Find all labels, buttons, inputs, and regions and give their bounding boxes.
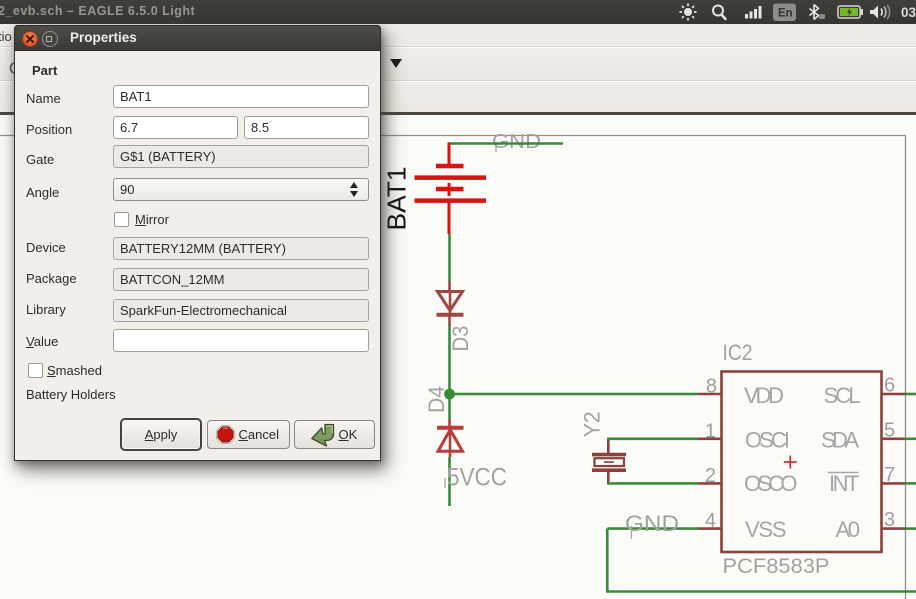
svg-text:IC2: IC2 (723, 340, 753, 365)
svg-text:BAT1: BAT1 (382, 167, 412, 231)
svg-text:5VCC: 5VCC (447, 464, 507, 492)
svg-text:A0: A0 (836, 517, 861, 542)
svg-text:INT: INT (829, 471, 860, 496)
svg-text:GND: GND (492, 131, 541, 153)
svg-text:5: 5 (884, 419, 895, 441)
svg-text:SCL: SCL (824, 383, 861, 408)
svg-text:8: 8 (706, 376, 717, 398)
svg-text:7: 7 (884, 464, 895, 486)
svg-text:6: 6 (884, 375, 895, 397)
svg-text:En: En (778, 8, 793, 20)
svg-text:2: 2 (705, 465, 716, 487)
svg-text:1: 1 (705, 420, 716, 442)
svg-text:3: 3 (884, 509, 895, 531)
svg-text:Y2: Y2 (580, 411, 605, 437)
svg-text:PCF8583P: PCF8583P (723, 555, 830, 578)
svg-text:4: 4 (705, 510, 716, 532)
svg-text:D3: D3 (448, 326, 473, 352)
svg-text:VDD: VDD (744, 383, 784, 408)
svg-text:GND: GND (625, 511, 679, 536)
svg-text:SDA: SDA (821, 428, 859, 453)
svg-text:VSS: VSS (745, 517, 787, 542)
svg-text:D4: D4 (424, 386, 449, 413)
svg-text:OSCI: OSCI (745, 428, 790, 453)
svg-text:03: 03 (901, 5, 916, 20)
svg-text:OSCO: OSCO (744, 471, 798, 496)
